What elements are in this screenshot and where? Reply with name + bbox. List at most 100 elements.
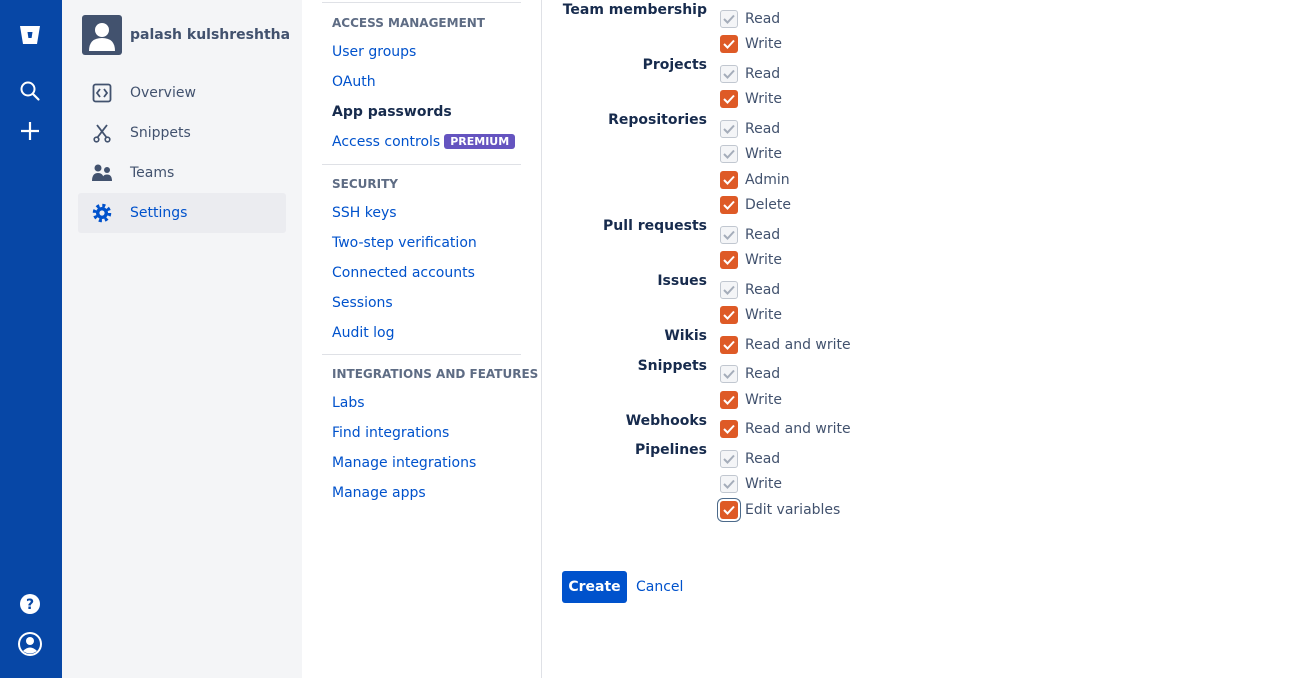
divider: [322, 164, 521, 165]
checkbox-disabled[interactable]: [720, 65, 738, 83]
checkbox-checked[interactable]: [720, 35, 738, 53]
checkbox-label: Read: [745, 451, 781, 467]
nav-link-manage-apps[interactable]: Manage apps: [332, 485, 426, 501]
checkbox-disabled[interactable]: [720, 120, 738, 138]
checkbox-disabled[interactable]: [720, 226, 738, 244]
checkbox-row[interactable]: Write: [720, 306, 782, 324]
checkbox-row[interactable]: Write: [720, 251, 782, 269]
create-button[interactable]: Create: [562, 571, 627, 603]
checkbox-row[interactable]: Read: [720, 120, 780, 138]
checkbox-checked[interactable]: [720, 420, 738, 438]
sidebar-item-label: Snippets: [130, 125, 191, 141]
sidebar-item-label: Teams: [130, 165, 175, 181]
checkbox-row[interactable]: Write: [720, 90, 782, 108]
help-icon[interactable]: ?: [15, 589, 45, 619]
checkbox-row[interactable]: Admin: [720, 171, 790, 189]
checkbox-disabled[interactable]: [720, 10, 738, 28]
nav-link-ssh-keys[interactable]: SSH keys: [332, 205, 397, 221]
nav-link-two-step-verification[interactable]: Two-step verification: [332, 235, 477, 251]
checkbox-row[interactable]: Write: [720, 145, 782, 163]
sidebar-item-label: Overview: [130, 85, 196, 101]
checkbox-row[interactable]: Read: [720, 450, 780, 468]
checkbox-label: Read: [745, 282, 781, 298]
sidebar-item-overview[interactable]: Overview: [78, 73, 286, 113]
overview-icon: [90, 81, 114, 105]
teams-icon: [90, 161, 114, 185]
nav-link-audit-log[interactable]: Audit log: [332, 325, 395, 341]
checkbox-checked[interactable]: [720, 501, 738, 519]
checkbox-label: Write: [745, 476, 782, 492]
checkbox-row[interactable]: Read: [720, 10, 780, 28]
gear-icon: [90, 201, 114, 225]
checkbox-checked[interactable]: [720, 336, 738, 354]
checkbox-disabled[interactable]: [720, 281, 738, 299]
profile-icon[interactable]: [15, 629, 45, 659]
profile-header[interactable]: palash kulshreshtha: [82, 15, 290, 55]
checkbox-row[interactable]: Write: [720, 391, 782, 409]
sidebar-item-settings[interactable]: Settings: [78, 193, 286, 233]
search-icon[interactable]: [15, 76, 45, 106]
nav-link-user-groups[interactable]: User groups: [332, 44, 416, 60]
nav-link-sessions[interactable]: Sessions: [332, 295, 393, 311]
create-icon[interactable]: [15, 116, 45, 146]
permission-label-repositories: Repositories: [608, 112, 707, 128]
divider: [322, 354, 521, 355]
nav-link-access-controls[interactable]: Access controls PREMIUM: [332, 134, 516, 150]
svg-text:?: ?: [26, 597, 34, 613]
checkbox-disabled[interactable]: [720, 475, 738, 493]
checkbox-label: Edit variables: [745, 502, 841, 518]
checkbox-row[interactable]: Read and write: [720, 420, 851, 438]
section-heading-access-management: ACCESS MANAGEMENT: [332, 16, 485, 30]
checkbox-row[interactable]: Read: [720, 365, 780, 383]
checkbox-row[interactable]: Write: [720, 35, 782, 53]
checkbox-row[interactable]: Read: [720, 281, 780, 299]
checkbox-checked[interactable]: [720, 251, 738, 269]
checkbox-disabled[interactable]: [720, 365, 738, 383]
checkbox-disabled[interactable]: [720, 145, 738, 163]
profile-name: palash kulshreshtha: [130, 27, 291, 43]
nav-link-connected-accounts[interactable]: Connected accounts: [332, 265, 475, 281]
checkbox-row[interactable]: Delete: [720, 196, 791, 214]
checkbox-row[interactable]: Read: [720, 226, 780, 244]
nav-link-manage-integrations[interactable]: Manage integrations: [332, 455, 476, 471]
checkbox-label: Read: [745, 121, 781, 137]
bitbucket-logo-icon[interactable]: [15, 20, 45, 50]
container-sidebar: palash kulshreshtha Overview Snippets Te…: [62, 0, 302, 678]
checkbox-row[interactable]: Edit variables: [720, 501, 840, 519]
permission-label-pipelines: Pipelines: [635, 442, 707, 458]
checkbox-row[interactable]: Read and write: [720, 336, 851, 354]
permission-label-webhooks: Webhooks: [625, 413, 707, 429]
permission-label-projects: Projects: [642, 57, 707, 73]
nav-link-labs[interactable]: Labs: [332, 395, 365, 411]
sidebar-item-snippets[interactable]: Snippets: [78, 113, 286, 153]
section-heading-security: SECURITY: [332, 177, 398, 191]
nav-link-app-passwords[interactable]: App passwords: [332, 104, 452, 120]
permission-label-issues: Issues: [657, 273, 707, 289]
checkbox-label: Write: [745, 307, 782, 323]
checkbox-checked[interactable]: [720, 171, 738, 189]
checkbox-checked[interactable]: [720, 90, 738, 108]
checkbox-checked[interactable]: [720, 391, 738, 409]
sidebar-item-teams[interactable]: Teams: [78, 153, 286, 193]
divider: [322, 2, 521, 3]
nav-link-oauth[interactable]: OAuth: [332, 74, 376, 90]
checkbox-row[interactable]: Write: [720, 475, 782, 493]
checkbox-label: Admin: [745, 172, 790, 188]
checkbox-label: Read: [745, 66, 781, 82]
cancel-link[interactable]: Cancel: [636, 579, 683, 595]
checkbox-checked[interactable]: [720, 306, 738, 324]
checkbox-disabled[interactable]: [720, 450, 738, 468]
nav-link-find-integrations[interactable]: Find integrations: [332, 425, 449, 441]
permission-label-team-membership: Team membership: [562, 2, 707, 18]
checkbox-label: Read: [745, 11, 781, 27]
checkbox-checked[interactable]: [720, 196, 738, 214]
snippets-icon: [90, 121, 114, 145]
checkbox-label: Read and write: [745, 337, 851, 353]
checkbox-row[interactable]: Read: [720, 65, 780, 83]
settings-nav: ACCESS MANAGEMENT User groups OAuth App …: [302, 0, 542, 678]
checkbox-label: Delete: [745, 197, 791, 213]
permission-label-pull-requests: Pull requests: [603, 218, 707, 234]
permission-label-snippets: Snippets: [637, 358, 707, 374]
checkbox-label: Write: [745, 91, 782, 107]
checkbox-label: Write: [745, 392, 782, 408]
